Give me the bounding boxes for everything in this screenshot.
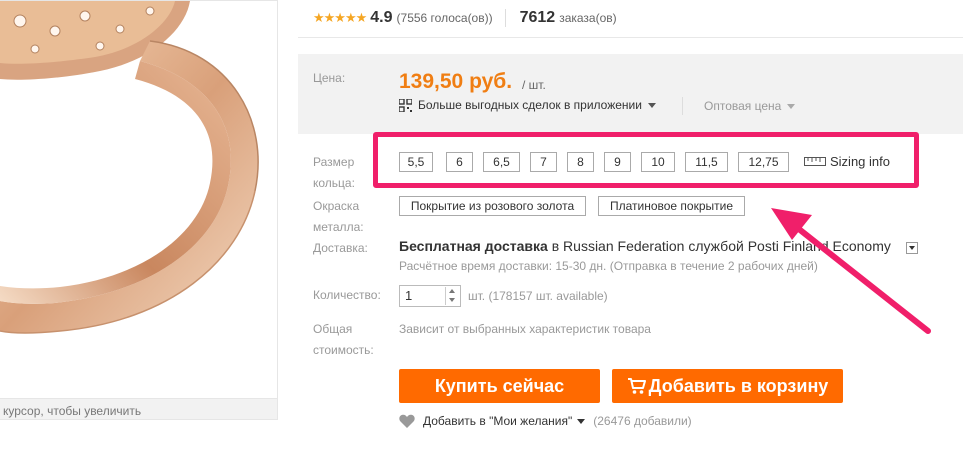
- buy-now-button[interactable]: Купить сейчас: [399, 369, 600, 403]
- total-value: Зависит от выбранных характеристик товар…: [399, 322, 651, 336]
- delivery-service-text: в Russian Federation службой Posti Finla…: [547, 238, 891, 254]
- rating-value: 4.9: [370, 9, 393, 26]
- zoom-hint: курсор, чтобы увеличить: [0, 398, 277, 419]
- price-value: 139,50 руб.: [399, 70, 513, 93]
- total-label-line2: стоимость:: [313, 343, 374, 357]
- metal-option-platinum[interactable]: Платиновое покрытие: [598, 196, 745, 216]
- wishlist-row: Добавить в "Мои желания" (26476 добавили…: [399, 414, 692, 428]
- free-delivery-text: Бесплатная доставка: [399, 238, 548, 254]
- app-deals-label: Больше выгодных сделок в приложении: [418, 98, 642, 112]
- star-rating-icon: ★★★★★: [313, 10, 367, 25]
- heart-icon[interactable]: [399, 414, 415, 428]
- wholesale-price-dropdown[interactable]: Оптовая цена: [704, 99, 796, 113]
- divider: [682, 97, 683, 115]
- wholesale-label: Оптовая цена: [704, 99, 782, 113]
- chevron-down-icon[interactable]: [577, 418, 586, 424]
- ring-size-label-line2: кольца:: [313, 176, 355, 190]
- decrement-icon[interactable]: [446, 296, 458, 305]
- chevron-down-icon: [647, 102, 656, 108]
- cart-icon: [627, 378, 646, 394]
- price-block: Цена: 139,50 руб. / шт. Больше выгодных …: [298, 54, 963, 134]
- add-to-cart-button[interactable]: Добавить в корзину: [612, 369, 843, 403]
- chevron-down-icon: [787, 103, 796, 109]
- metal-color-label-line2: металла:: [313, 220, 364, 234]
- price-unit: / шт.: [522, 78, 546, 92]
- orders-label: заказа(ов): [559, 11, 617, 25]
- delivery-label: Доставка:: [313, 241, 368, 255]
- orders-count: 7612: [519, 9, 556, 26]
- highlight-annotation-box: [373, 132, 919, 188]
- add-to-cart-label: Добавить в корзину: [648, 376, 829, 396]
- rating-row: ★★★★★ 4.9 (7556 голоса(ов)) 7612 заказа(…: [313, 7, 617, 29]
- votes-link[interactable]: (7556 голоса(ов)): [397, 11, 493, 25]
- quantity-available: шт. (178157 шт. available): [468, 289, 608, 303]
- delivery-estimate: Расчётное время доставки: 15-30 дн. (Отп…: [399, 259, 818, 273]
- ring-size-label-line1: Размер: [313, 155, 355, 169]
- wishlist-count: (26476 добавили): [593, 414, 692, 428]
- app-deals-dropdown[interactable]: Больше выгодных сделок в приложении: [399, 98, 656, 112]
- quantity-label: Количество:: [313, 288, 381, 302]
- divider: [298, 37, 963, 38]
- add-to-wishlist-link[interactable]: Добавить в "Мои желания": [423, 414, 572, 428]
- ring-image[interactable]: [0, 1, 278, 401]
- quantity-stepper[interactable]: [445, 287, 458, 305]
- metal-color-label-line1: Окраска: [313, 199, 360, 213]
- metal-option-rose-gold[interactable]: Покрытие из розового золота: [399, 196, 586, 216]
- increment-icon[interactable]: [446, 287, 458, 296]
- delivery-info: Бесплатная доставка в Russian Federation…: [399, 238, 891, 254]
- total-label-line1: Общая: [313, 322, 353, 336]
- price-label: Цена:: [313, 71, 346, 85]
- delivery-options-dropdown[interactable]: [906, 242, 918, 254]
- qr-code-icon: [399, 98, 412, 112]
- product-image-panel[interactable]: курсор, чтобы увеличить: [0, 0, 278, 420]
- divider: [504, 9, 506, 27]
